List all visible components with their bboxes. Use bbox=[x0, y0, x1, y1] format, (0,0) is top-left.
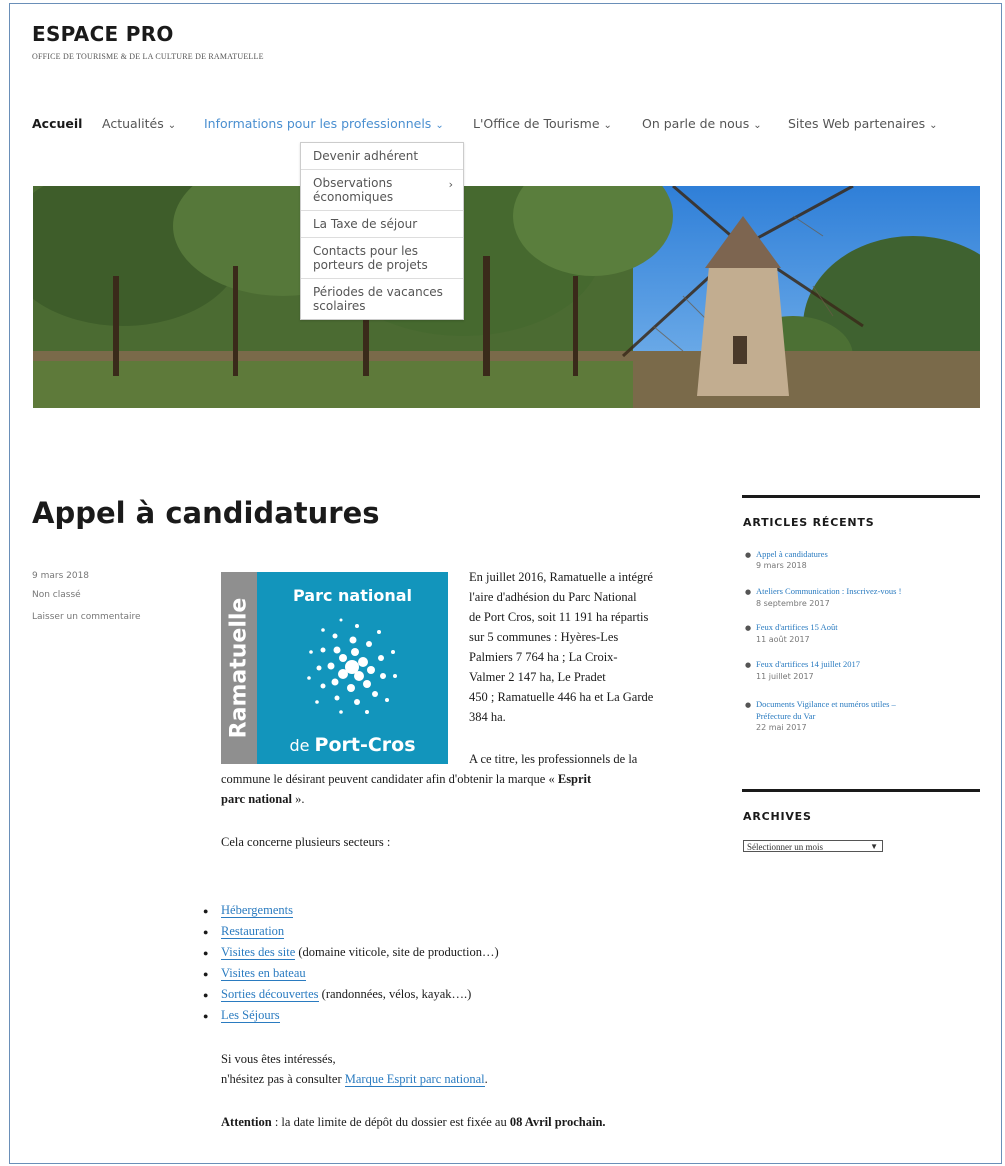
list-item: Visites des site (domaine viticole, site… bbox=[221, 945, 499, 960]
intro-line: 450 ; Ramatuelle 446 ha et La Garde bbox=[469, 690, 654, 704]
recent-post-link[interactable]: Documents Vigilance et numéros utiles – bbox=[756, 699, 896, 709]
nav-item-office-tourisme[interactable]: L'Office de Tourisme ⌄ bbox=[473, 116, 612, 131]
chevron-down-icon: ⌄ bbox=[603, 120, 612, 131]
windmill-landscape-image bbox=[33, 186, 980, 408]
list-item: Les Séjours bbox=[221, 1008, 280, 1023]
entry-title: Appel à candidatures bbox=[32, 496, 380, 530]
chevron-down-icon: ⌄ bbox=[435, 120, 444, 131]
nav-item-accueil[interactable]: Accueil bbox=[32, 116, 82, 131]
intro-line: sur 5 communes : Hyères-Les bbox=[469, 630, 619, 644]
dropdown-arrow-icon: ▼ bbox=[870, 842, 878, 851]
recent-post-date: 11 août 2017 bbox=[756, 635, 810, 644]
recent-post-link[interactable]: Feux d'artifices 15 Août bbox=[756, 622, 838, 632]
sector-link[interactable]: Hébergements bbox=[221, 903, 293, 918]
intro-line: En juillet 2016, Ramatuelle a intégré bbox=[469, 570, 653, 584]
recent-post-date: 11 juillet 2017 bbox=[756, 672, 814, 681]
list-item: Hébergements bbox=[221, 903, 293, 918]
post-comment-link[interactable]: Laisser un commentaire bbox=[32, 612, 141, 622]
recent-post-date: 22 mai 2017 bbox=[756, 723, 807, 732]
intro-line: l'aire d'adhésion du Parc National bbox=[469, 590, 637, 604]
submenu-item-contacts[interactable]: Contacts pour les porteurs de projets bbox=[301, 237, 463, 278]
recent-post-link[interactable]: Feux d'artifices 14 juillet 2017 bbox=[756, 659, 860, 669]
nav-item-actualites[interactable]: Actualités ⌄ bbox=[102, 116, 176, 131]
nav-item-sites-partenaires[interactable]: Sites Web partenaires ⌄ bbox=[788, 116, 938, 131]
recent-post-date: 9 mars 2018 bbox=[756, 561, 807, 570]
site-description: OFFICE DE TOURISME & DE LA CULTURE DE RA… bbox=[32, 52, 264, 61]
intro-line: Palmiers 7 764 ha ; La Croix- bbox=[469, 650, 618, 664]
submenu-item-periodes-vacances[interactable]: Périodes de vacances scolaires bbox=[301, 278, 463, 319]
post-date[interactable]: 9 mars 2018 bbox=[32, 571, 89, 581]
intro-line: de Port Cros, soit 11 191 ha répartis bbox=[469, 610, 649, 624]
archives-select[interactable]: Sélectionner un mois ▼ bbox=[743, 840, 883, 852]
marque-esprit-link[interactable]: Marque Esprit parc national bbox=[344, 1072, 485, 1087]
logo-vertical-text: Ramatuelle bbox=[226, 597, 252, 739]
archives-title: ARCHIVES bbox=[743, 810, 812, 823]
spiral-icon bbox=[307, 618, 397, 714]
sector-link[interactable]: Restauration bbox=[221, 924, 285, 939]
logo-bottom-text: de Port-Cros bbox=[289, 734, 416, 756]
list-item: Visites en bateau bbox=[221, 966, 306, 981]
chevron-right-icon: › bbox=[448, 178, 453, 191]
submenu-item-devenir-adherent[interactable]: Devenir adhérent bbox=[301, 143, 463, 169]
submenu-item-observations[interactable]: Observations économiques › bbox=[301, 169, 463, 210]
recent-post-link-line-2[interactable]: Préfecture du Var bbox=[756, 711, 815, 721]
sector-link[interactable]: Sorties découvertes bbox=[221, 987, 319, 1002]
paragraph-2-line-1: A ce titre, les professionnels de la bbox=[469, 752, 638, 766]
list-item: Sorties découvertes (randonnées, vélos, … bbox=[221, 987, 472, 1002]
site-title[interactable]: ESPACE PRO bbox=[32, 22, 174, 46]
nav-item-on-parle-de-nous[interactable]: On parle de nous ⌄ bbox=[642, 116, 762, 131]
paragraph-2-line-3: parc national ». bbox=[221, 792, 305, 806]
intro-line: 384 ha. bbox=[469, 710, 506, 724]
recent-post-link[interactable]: Appel à candidatures bbox=[756, 549, 828, 559]
chevron-down-icon: ⌄ bbox=[753, 120, 762, 131]
widget-rule bbox=[742, 495, 980, 498]
paragraph-2-line-2: commune le désirant peuvent candidater a… bbox=[221, 772, 592, 786]
sector-link[interactable]: Les Séjours bbox=[221, 1008, 280, 1023]
widget-rule bbox=[742, 789, 980, 792]
post-category[interactable]: Non classé bbox=[32, 590, 81, 600]
logo-top-text: Parc national bbox=[292, 586, 413, 605]
paragraph-4-line-1: Si vous êtes intéressés, bbox=[221, 1052, 336, 1066]
recent-post-link[interactable]: Ateliers Communication : Inscrivez-vous … bbox=[756, 586, 901, 596]
submenu-item-taxe-sejour[interactable]: La Taxe de séjour bbox=[301, 210, 463, 237]
recent-posts-title: ARTICLES RÉCENTS bbox=[743, 516, 875, 529]
submenu-informations: Devenir adhérent Observations économique… bbox=[300, 142, 464, 320]
sector-link[interactable]: Visites des site bbox=[221, 945, 296, 960]
paragraph-4-line-2: n'hésitez pas à consulter Marque Esprit … bbox=[221, 1072, 488, 1087]
sector-link[interactable]: Visites en bateau bbox=[221, 966, 306, 981]
recent-post-date: 8 septembre 2017 bbox=[756, 599, 830, 608]
paragraph-3: Cela concerne plusieurs secteurs : bbox=[221, 835, 391, 849]
parc-national-logo: Ramatuelle Parc national de Port-Cros bbox=[221, 572, 448, 764]
intro-line: Valmer 2 147 ha, Le Pradet bbox=[469, 670, 606, 684]
header-image bbox=[33, 186, 980, 408]
chevron-down-icon: ⌄ bbox=[167, 120, 177, 131]
chevron-down-icon: ⌄ bbox=[929, 120, 938, 131]
paragraph-5: Attention : la date limite de dépôt du d… bbox=[221, 1115, 606, 1129]
nav-item-informations[interactable]: Informations pour les professionnels ⌄ bbox=[204, 116, 444, 131]
list-item: Restauration bbox=[221, 924, 285, 939]
